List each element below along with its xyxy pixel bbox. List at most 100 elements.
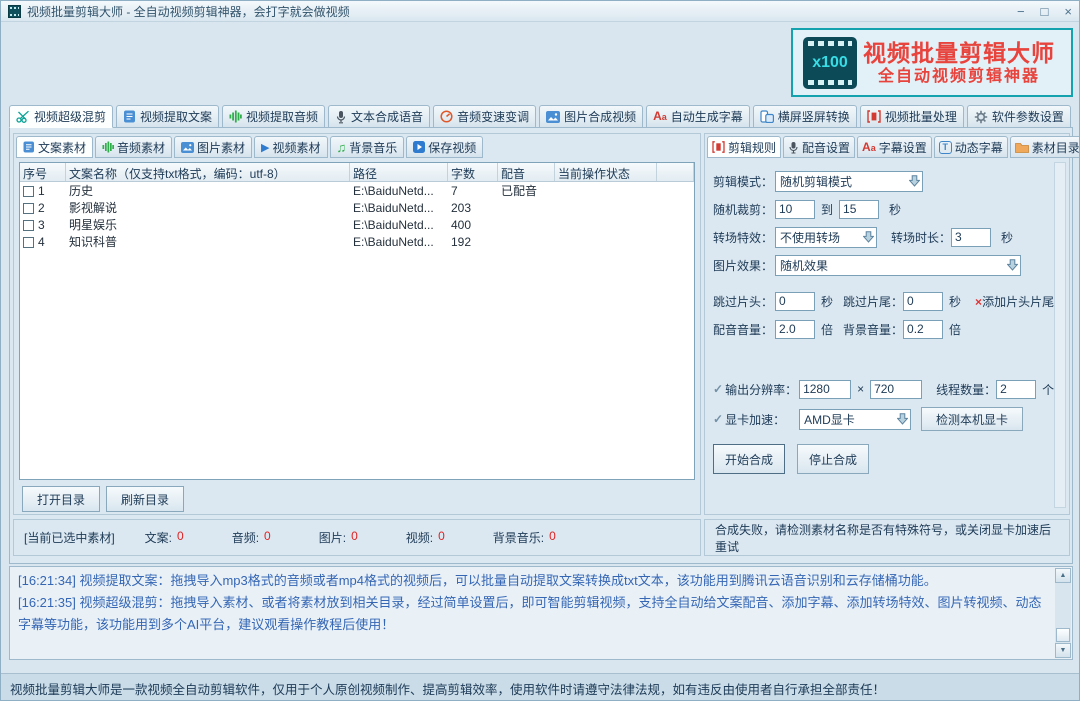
skip-head-input[interactable] (775, 292, 815, 311)
col-dub[interactable]: 配音 (498, 163, 555, 181)
tab-label: 背景音乐 (349, 139, 397, 156)
table-row[interactable]: 4 知识科普 E:\BaiduNetd... 192 (20, 233, 694, 250)
threads-input[interactable] (996, 380, 1036, 399)
tab-settings[interactable]: 软件参数设置 (967, 105, 1071, 128)
chevron-down-icon (897, 413, 908, 425)
selected-text-count: 文案:0 (145, 529, 184, 546)
row-checkbox[interactable] (23, 203, 34, 214)
unit-label: 个 (1042, 381, 1054, 398)
tab-dub-settings[interactable]: 配音设置 (783, 136, 855, 158)
gpu-select[interactable]: AMD显卡 (799, 409, 911, 430)
tab-audio-speed-pitch[interactable]: 音频变速变调 (433, 105, 536, 128)
stop-compose-button[interactable]: 停止合成 (797, 444, 869, 474)
row-index: 4 (38, 235, 45, 249)
tab-batch-process[interactable]: 视频批量处理 (860, 105, 964, 128)
row-checkbox[interactable] (23, 220, 34, 231)
start-compose-button[interactable]: 开始合成 (713, 444, 785, 474)
log-text: [16:21:34] 视频提取文案：拖拽导入mp3格式的音频或者mp4格式的视频… (18, 570, 1048, 636)
col-words[interactable]: 字数 (448, 163, 498, 181)
brand-text: 视频批量剪辑大师 全自动视频剪辑神器 (857, 40, 1061, 86)
scroll-down-button[interactable]: ▼ (1055, 643, 1071, 658)
tab-dynamic-subtitle[interactable]: T 动态字幕 (934, 136, 1008, 158)
check-icon[interactable]: ✓ (713, 382, 723, 396)
col-empty (657, 163, 694, 181)
tab-auto-subtitles[interactable]: Aa 自动生成字幕 (646, 105, 750, 128)
microphone-icon (788, 141, 799, 154)
col-name[interactable]: 文案名称（仅支持txt格式，编码：utf-8） (66, 163, 350, 181)
skip-tail-input[interactable] (903, 292, 943, 311)
scroll-thumb[interactable] (1056, 628, 1070, 642)
scroll-up-button[interactable]: ▲ (1055, 568, 1071, 583)
tab-edit-rules[interactable]: 剪辑规则 (707, 136, 781, 158)
tab-text-to-speech[interactable]: 文本合成语音 (328, 105, 430, 128)
maximize-button[interactable]: □ (1041, 5, 1049, 18)
dub-volume-input[interactable] (775, 320, 815, 339)
count-value: 0 (264, 529, 271, 546)
resolution-width-input[interactable] (799, 380, 851, 399)
tab-image-to-video[interactable]: 图片合成视频 (539, 105, 643, 128)
col-status[interactable]: 当前操作状态 (555, 163, 657, 181)
open-directory-button[interactable]: 打开目录 (22, 486, 100, 512)
count-label: 音频: (232, 529, 259, 546)
transition-select[interactable]: 不使用转场 (775, 227, 877, 248)
refresh-directory-button[interactable]: 刷新目录 (106, 486, 184, 512)
brand-banner: x100 视频批量剪辑大师 全自动视频剪辑神器 (791, 28, 1073, 97)
tab-background-music[interactable]: ♫ 背景音乐 (330, 136, 405, 158)
image-effect-row: 图片效果： 随机效果 (713, 254, 1021, 276)
cut-to-input[interactable] (839, 200, 879, 219)
tab-label: 图片合成视频 (564, 108, 636, 125)
tab-extract-text[interactable]: 视频提取文案 (116, 105, 219, 128)
tab-label: 视频提取文案 (140, 108, 212, 125)
app-logo-icon (8, 5, 21, 18)
image-effect-select[interactable]: 随机效果 (775, 255, 1021, 276)
edit-mode-select[interactable]: 随机剪辑模式 (775, 171, 923, 192)
tab-image-material[interactable]: 图片素材 (174, 136, 252, 158)
chevron-down-icon (863, 231, 874, 243)
tab-label: 文本合成语音 (351, 108, 423, 125)
transition-value: 不使用转场 (780, 229, 863, 246)
tab-label: 保存视频 (428, 139, 476, 156)
table-row[interactable]: 3 明星娱乐 E:\BaiduNetd... 400 (20, 216, 694, 233)
minimize-button[interactable]: − (1017, 5, 1025, 18)
table-row[interactable]: 1 历史 E:\BaiduNetd... 7 已配音 (20, 182, 694, 199)
tab-label: 配音设置 (802, 139, 850, 156)
count-value: 0 (351, 529, 358, 546)
log-scrollbar[interactable]: ▲ ▼ (1055, 568, 1071, 658)
main-tab-bar: 视频超级混剪 视频提取文案 视频提取音频 文本合成语音 音频变速变调 图片合成视… (9, 105, 1071, 128)
tab-video-super-mix[interactable]: 视频超级混剪 (9, 105, 113, 128)
tab-video-material[interactable]: ▶ 视频素材 (254, 136, 327, 158)
tab-label: 图片素材 (197, 139, 245, 156)
tab-extract-audio[interactable]: 视频提取音频 (222, 105, 325, 128)
col-index[interactable]: 序号 (20, 163, 66, 181)
tab-save-video[interactable]: 保存视频 (406, 136, 483, 158)
gauge-icon (440, 110, 453, 123)
row-words: 400 (448, 218, 498, 232)
status-bar: 视频批量剪辑大师是一款视频全自动剪辑软件，仅用于个人原创视频制作、提高剪辑效率，… (1, 673, 1080, 701)
tab-material-directory[interactable]: 素材目录 (1010, 136, 1080, 158)
row-checkbox[interactable] (23, 237, 34, 248)
tab-subtitle-settings[interactable]: Aa 字幕设置 (857, 136, 932, 158)
row-checkbox[interactable] (23, 186, 34, 197)
table-header: 序号 文案名称（仅支持txt格式，编码：utf-8） 路径 字数 配音 当前操作… (20, 163, 694, 182)
check-icon[interactable]: ✓ (713, 412, 723, 426)
tab-label: 音频素材 (117, 139, 165, 156)
rules-scrollbar[interactable] (1054, 162, 1066, 508)
image-icon (181, 142, 194, 153)
transition-duration-input[interactable] (951, 228, 991, 247)
add-intro-outro-toggle[interactable]: ×添加片头片尾 (975, 293, 1054, 310)
bgm-volume-input[interactable] (903, 320, 943, 339)
tab-text-material[interactable]: 文案素材 (16, 136, 93, 158)
tab-orientation-convert[interactable]: 横屏竖屏转换 (753, 105, 857, 128)
scissors-icon (16, 110, 30, 123)
tab-audio-material[interactable]: 音频素材 (95, 136, 172, 158)
play-icon: ▶ (261, 141, 269, 154)
row-path: E:\BaiduNetd... (350, 201, 448, 215)
col-path[interactable]: 路径 (350, 163, 448, 181)
detect-gpu-button[interactable]: 检测本机显卡 (921, 407, 1023, 431)
cut-from-input[interactable] (775, 200, 815, 219)
subtitle-aa-icon: Aa (653, 110, 667, 123)
resolution-height-input[interactable] (870, 380, 922, 399)
close-button[interactable]: × (1064, 5, 1072, 18)
count-label: 视频: (406, 529, 433, 546)
table-row[interactable]: 2 影视解说 E:\BaiduNetd... 203 (20, 199, 694, 216)
